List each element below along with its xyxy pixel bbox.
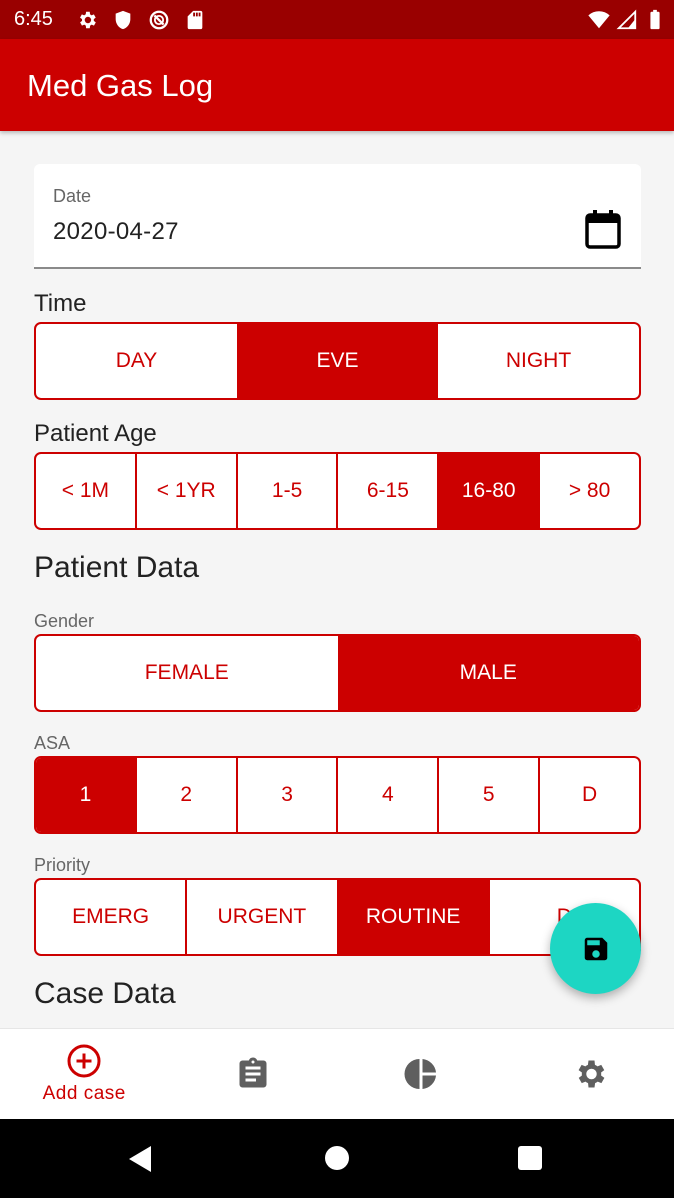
patient-age-option[interactable]: 1-5 [235, 454, 337, 528]
patient-age-option[interactable]: 6-15 [336, 454, 437, 528]
status-time: 6:45 [14, 8, 53, 30]
priority-option[interactable]: EMERG [36, 880, 185, 954]
date-field[interactable]: Date 2020-04-27 [34, 164, 641, 269]
asa-selector: 12345D [34, 756, 641, 834]
time-label: Time [34, 290, 87, 317]
asa-label: ASA [34, 733, 71, 753]
patient-age-option[interactable]: 16-80 [437, 454, 539, 528]
date-value[interactable]: 2020-04-27 [53, 218, 179, 246]
settings-icon [80, 11, 96, 29]
asa-option[interactable]: 1 [36, 758, 135, 832]
gender-option[interactable]: MALE [337, 636, 639, 710]
recents-icon[interactable] [517, 1145, 543, 1171]
gender-option[interactable]: FEMALE [36, 636, 338, 710]
app-title: Med Gas Log [27, 68, 214, 103]
sd-card-icon [187, 10, 203, 30]
patient-age-option[interactable]: > 80 [538, 454, 639, 528]
bottom-nav: Add case [0, 1028, 674, 1119]
status-bar: 6:45 [0, 0, 674, 39]
patient-age-option[interactable]: < 1M [36, 454, 135, 528]
nav-add-case-label: Add case [42, 1083, 126, 1104]
calendar-icon[interactable] [585, 210, 621, 250]
gender-selector: FEMALE MALE [34, 634, 641, 712]
gender-label: Gender [34, 611, 95, 631]
nav-add-case[interactable]: Add case [0, 1029, 169, 1119]
case-data-heading: Case Data [34, 977, 176, 1010]
time-option[interactable]: NIGHT [438, 324, 639, 398]
save-button[interactable] [550, 903, 641, 994]
priority-option[interactable]: URGENT [185, 880, 336, 954]
patient-age-selector: < 1M < 1YR 1-5 6-15 16-80 > 80 [34, 452, 641, 530]
time-option[interactable]: DAY [36, 324, 237, 398]
system-nav-bar [0, 1119, 674, 1198]
wifi-icon [588, 11, 610, 29]
clipboard-icon [239, 1057, 267, 1088]
asa-option[interactable]: D [538, 758, 639, 832]
asa-option[interactable]: 5 [437, 758, 538, 832]
form-content[interactable]: Date 2020-04-27 Time DAY EVE NIGHT Patient… [0, 131, 674, 1028]
asa-option[interactable]: 2 [134, 758, 236, 832]
no-disturb-icon [149, 10, 169, 30]
patient-age-option[interactable]: < 1YR [134, 454, 236, 528]
battery-icon [650, 9, 660, 30]
nav-stats[interactable] [337, 1029, 506, 1119]
nav-settings[interactable] [506, 1029, 674, 1119]
patient-data-heading: Patient Data [34, 551, 200, 584]
pie-chart-icon [404, 1059, 437, 1089]
priority-option[interactable]: ROUTINE [336, 880, 488, 954]
back-icon[interactable] [127, 1145, 153, 1173]
nav-cases[interactable] [169, 1029, 338, 1119]
time-option[interactable]: EVE [237, 324, 438, 398]
cell-signal-icon [616, 9, 637, 30]
home-icon[interactable] [324, 1145, 350, 1171]
time-selector: DAY EVE NIGHT [34, 322, 641, 400]
patient-age-label: Patient Age [34, 420, 157, 447]
asa-option[interactable]: 3 [235, 758, 337, 832]
add-circle-icon [67, 1044, 101, 1078]
save-icon [584, 937, 607, 960]
shield-icon [115, 10, 131, 30]
date-label: Date [53, 186, 92, 206]
asa-option[interactable]: 4 [336, 758, 437, 832]
priority-label: Priority [34, 855, 91, 875]
app-bar: Med Gas Log [0, 39, 674, 131]
settings-icon [578, 1060, 605, 1088]
